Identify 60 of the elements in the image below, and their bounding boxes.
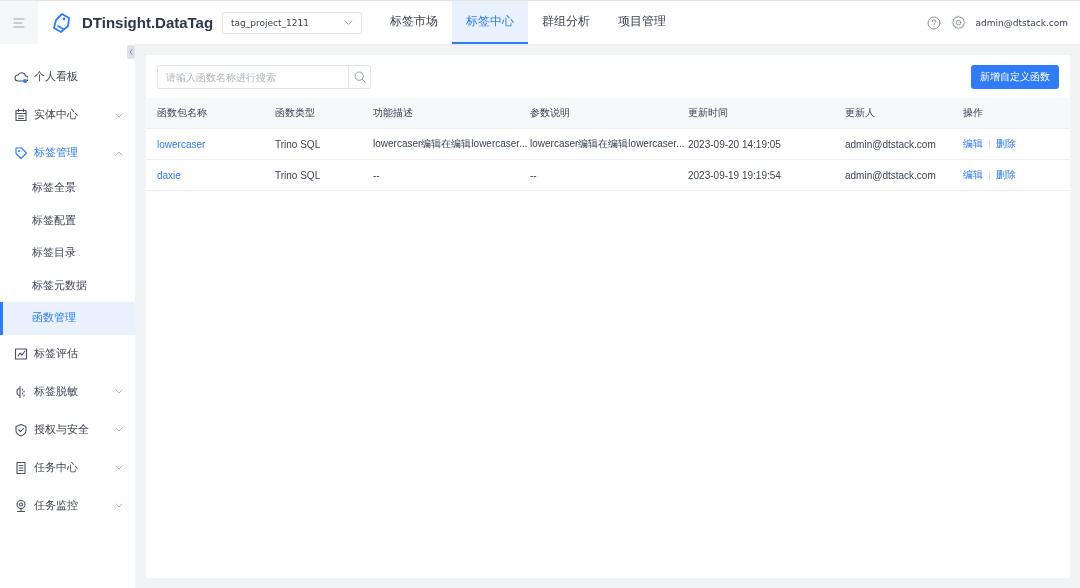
- table-cell-text: lowercaser编辑在编辑lowercaser...: [530, 137, 686, 151]
- webcam-icon: [14, 498, 28, 513]
- search-icon: [353, 71, 366, 83]
- brand-name: DTinsight.DataTag: [82, 14, 214, 31]
- sidebar-item[interactable]: 标签脱敏: [0, 372, 135, 411]
- project-select[interactable]: tag_project_1211: [222, 11, 362, 34]
- shield-icon: [14, 422, 28, 437]
- nav-tab[interactable]: 项目管理: [604, 1, 680, 44]
- sidebar-subitem[interactable]: 函数管理: [0, 302, 135, 335]
- column-header: 更新人: [845, 106, 876, 120]
- table-cell-text: 2023-09-19 19:19:54: [688, 169, 782, 181]
- sidebar-item[interactable]: 任务监控: [0, 486, 135, 525]
- table-cell-text: --: [530, 169, 538, 181]
- add-function-button[interactable]: 新增自定义函数: [971, 65, 1059, 89]
- column-header: 函数类型: [275, 106, 316, 120]
- tag-icon: [51, 11, 73, 34]
- sidebar-item[interactable]: 任务中心: [0, 448, 135, 487]
- sidebar-subitem[interactable]: 标签配置: [0, 204, 135, 237]
- table-cell-text: --: [373, 169, 381, 181]
- delete-link[interactable]: 删除: [996, 168, 1016, 182]
- table-cell-text: admin@dtstack.com: [845, 169, 937, 181]
- sidebar-subitem[interactable]: 标签目录: [0, 237, 135, 270]
- collapse-icon[interactable]: [127, 45, 135, 59]
- edit-link[interactable]: 编辑: [963, 137, 983, 151]
- function-name-link[interactable]: lowercaser: [157, 138, 275, 150]
- table-cell-text: lowercaser编辑在编辑lowercaser...: [373, 137, 529, 151]
- chart-icon: [14, 346, 28, 361]
- sidebar-subitem[interactable]: 标签全景: [0, 172, 135, 205]
- user-email[interactable]: admin@dtstack.com: [975, 17, 1068, 28]
- search-field[interactable]: 请输入函数名称进行搜索: [157, 65, 349, 89]
- cloud-icon: [14, 70, 28, 84]
- calendar-icon: [14, 108, 28, 122]
- tag-icon: [14, 146, 28, 160]
- function-name-link[interactable]: daxie: [157, 169, 275, 181]
- chevron-down-icon: [344, 19, 353, 26]
- sidebar-item[interactable]: 标签管理: [0, 134, 135, 172]
- settings-icon[interactable]: [950, 15, 966, 30]
- table-cell-text: Trino SQL: [275, 169, 322, 181]
- sidebar-item[interactable]: 标签评估: [0, 334, 135, 373]
- column-header: 函数包名称: [157, 106, 208, 120]
- table-cell-text: admin@dtstack.com: [845, 138, 937, 150]
- sidebar-subitem[interactable]: 标签元数据: [0, 269, 135, 302]
- column-header: 功能描述: [373, 106, 414, 120]
- sidebar-item[interactable]: 实体中心: [0, 96, 135, 134]
- nav-tab[interactable]: 标签市场: [376, 1, 452, 44]
- search-button[interactable]: [349, 65, 371, 89]
- nav-tab[interactable]: 标签中心: [452, 1, 528, 44]
- edit-link[interactable]: 编辑: [963, 168, 983, 182]
- help-icon[interactable]: [926, 15, 941, 30]
- table-cell-text: 2023-09-20 14:19:05: [688, 138, 782, 150]
- column-header: 更新时间: [688, 106, 729, 120]
- sidebar-item[interactable]: 个人看板: [0, 58, 135, 96]
- delete-link[interactable]: 删除: [996, 137, 1016, 151]
- menu-icon[interactable]: [12, 16, 26, 29]
- table-cell-text: Trino SQL: [275, 138, 322, 150]
- column-header: 操作: [963, 106, 983, 120]
- sidebar-item[interactable]: 授权与安全: [0, 410, 135, 449]
- column-header: 参数说明: [530, 106, 571, 120]
- nav-tab[interactable]: 群组分析: [528, 1, 604, 44]
- list-icon: [14, 460, 28, 475]
